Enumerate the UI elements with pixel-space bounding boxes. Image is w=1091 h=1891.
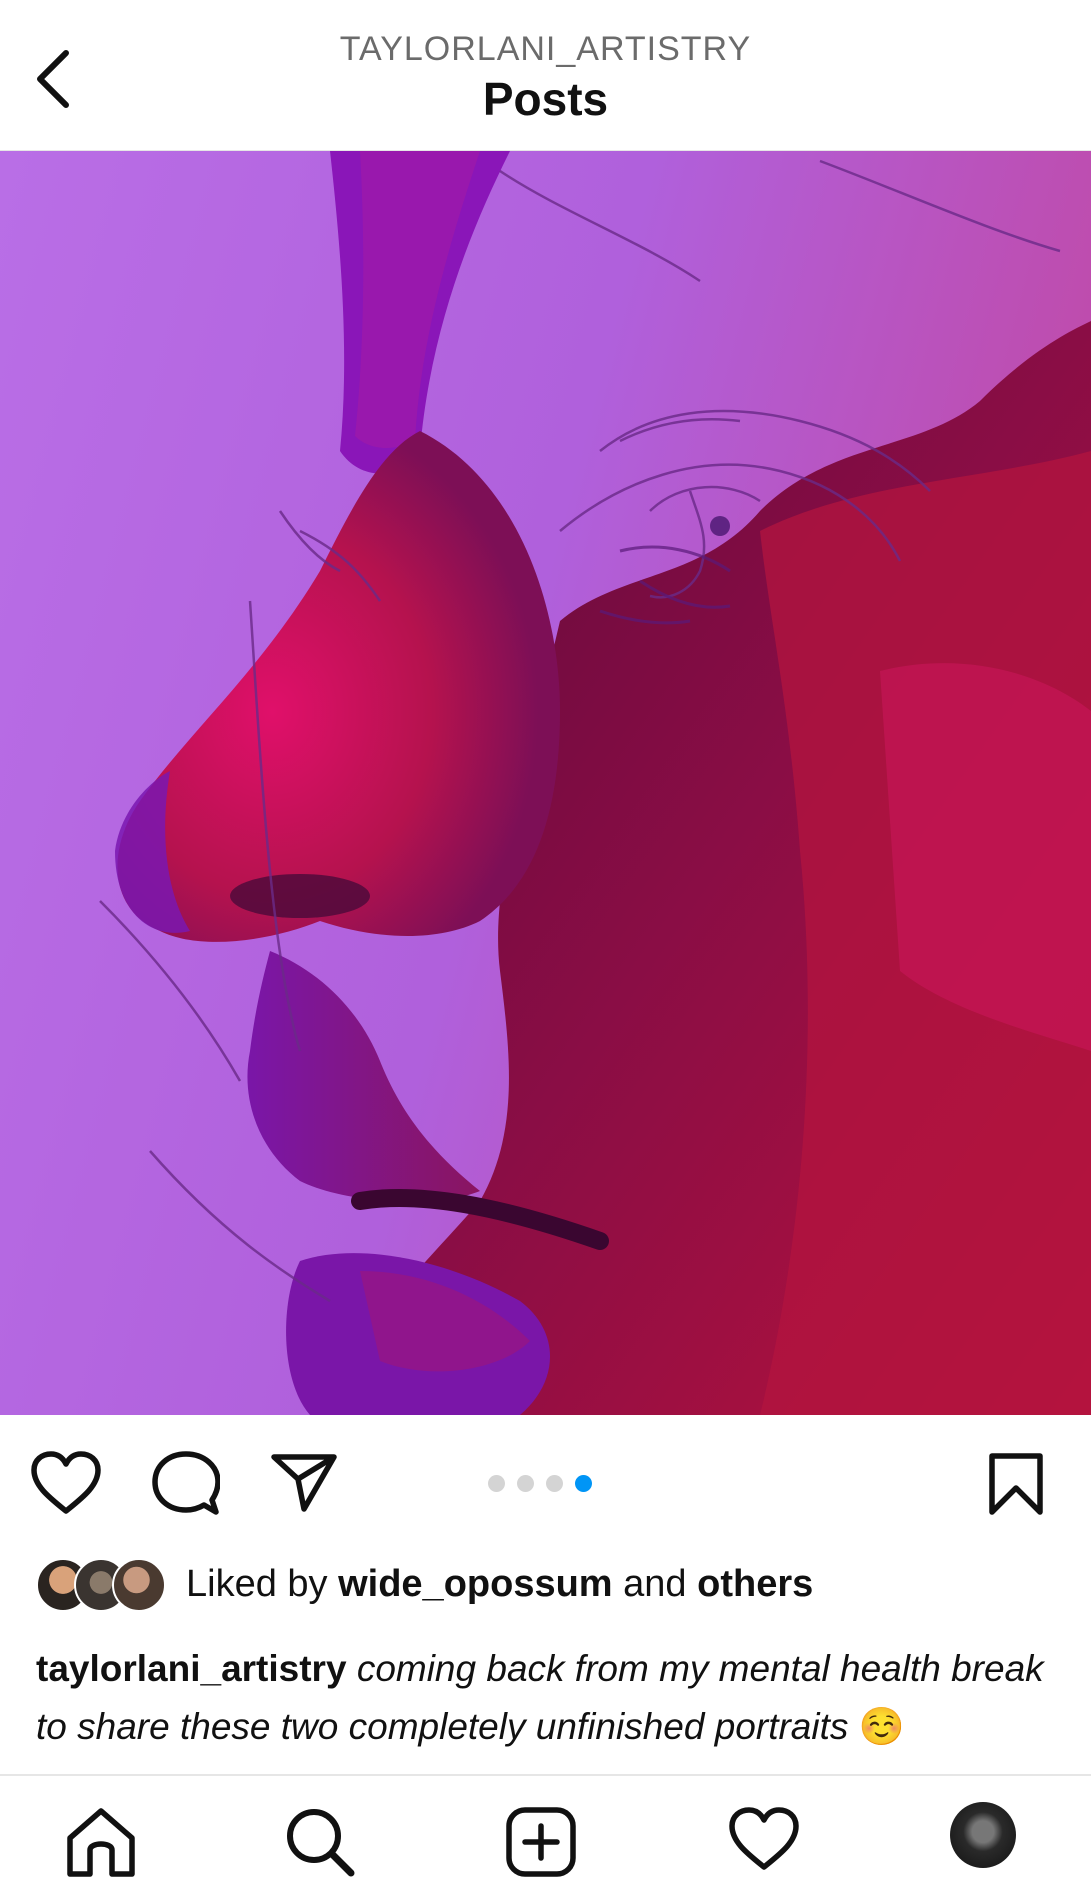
artwork-portrait — [0, 151, 1091, 1415]
avatar — [950, 1802, 1016, 1868]
plus-square-icon — [506, 1807, 576, 1877]
nav-profile[interactable] — [950, 1802, 1016, 1868]
post-caption: taylorlani_artistry coming back from my … — [36, 1640, 1056, 1756]
likes-prefix: Liked by — [186, 1562, 339, 1605]
bottom-navigation — [0, 1774, 1091, 1891]
avatar — [112, 1558, 166, 1612]
top-bar: TAYLORLANI_ARTISTRY Posts — [0, 0, 1091, 152]
search-icon — [287, 1809, 355, 1877]
caption-username[interactable]: taylorlani_artistry — [36, 1648, 347, 1689]
liker-username[interactable]: wide_opossum — [338, 1563, 613, 1606]
page-title: Posts — [482, 73, 609, 125]
nav-search[interactable] — [284, 1806, 356, 1883]
post-image[interactable] — [0, 151, 1091, 1415]
liker-avatars — [36, 1558, 166, 1612]
nav-home[interactable] — [64, 1806, 138, 1883]
heart-icon — [31, 1451, 101, 1514]
nav-activity[interactable] — [728, 1806, 800, 1877]
heart-icon — [729, 1807, 799, 1870]
likes-middle: and — [612, 1562, 698, 1605]
send-icon — [271, 1454, 337, 1512]
comment-button[interactable] — [152, 1450, 221, 1521]
caption-emoji: ☺️ — [858, 1706, 905, 1747]
carousel-indicator — [488, 1475, 592, 1492]
like-button[interactable] — [30, 1450, 102, 1521]
home-icon — [67, 1808, 135, 1877]
carousel-dot-active — [575, 1475, 592, 1492]
header-username: TAYLORLANI_ARTISTRY — [339, 30, 752, 68]
likes-row[interactable]: Liked by wide_opossum and others — [36, 1556, 813, 1612]
likes-others-link[interactable]: others — [697, 1563, 813, 1606]
carousel-dot — [546, 1475, 563, 1492]
bookmark-icon — [989, 1453, 1043, 1515]
nav-create[interactable] — [505, 1806, 577, 1883]
share-button[interactable] — [270, 1451, 338, 1518]
comment-icon — [152, 1451, 221, 1515]
save-button[interactable] — [988, 1452, 1044, 1521]
carousel-dot — [517, 1475, 534, 1492]
carousel-dot — [488, 1475, 505, 1492]
